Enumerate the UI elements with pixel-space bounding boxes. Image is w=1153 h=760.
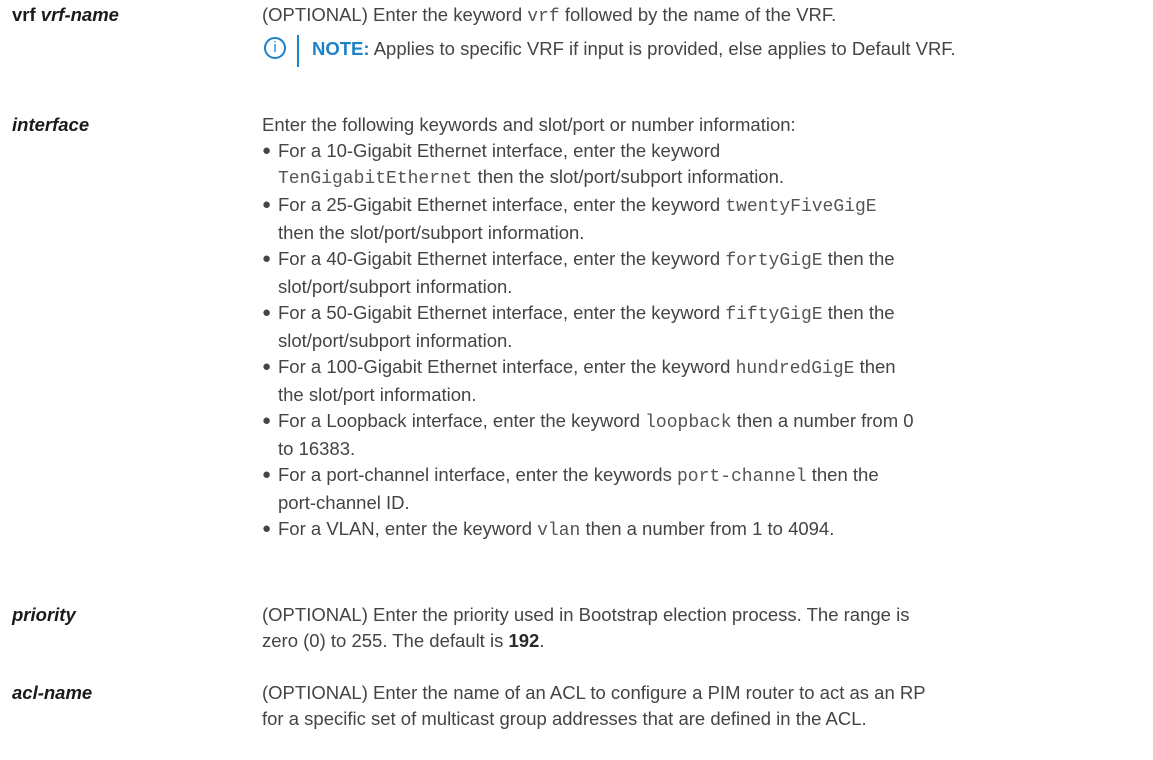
item-text: For a Loopback interface, enter the keyw… [278,410,640,431]
note-label: NOTE: [312,38,370,59]
command-parameters-page: vrf vrf-name (OPTIONAL) Enter the keywor… [0,0,1153,760]
list-item: ● For a 50-Gigabit Ethernet interface, en… [262,300,1147,354]
desc-text: zero (0) to 255. The default is [262,630,504,651]
item-text: slot/port/subport information. [278,276,513,297]
bullet-icon: ● [262,142,272,159]
info-icon: i [264,37,286,59]
list-item-line: port-channel ID. [278,490,1147,516]
desc-code: vrf [527,7,560,27]
desc-line: (OPTIONAL) Enter the name of an ACL to c… [262,682,926,703]
item-text: to 16383. [278,438,356,459]
desc-line: zero (0) to 255. The default is 192. [262,628,1147,654]
param-desc-vrf: (OPTIONAL) Enter the keyword vrf followe… [262,2,1147,67]
note-text: Applies to specific VRF if input is prov… [373,38,956,59]
term-variable: vrf-name [40,4,119,25]
list-item-line: to 16383. [278,436,1147,462]
item-text: the slot/port information. [278,384,477,405]
desc-line: for a specific set of multicast group ad… [262,708,867,729]
list-item-line: For a VLAN, enter the keyword vlan then … [278,516,1147,544]
term-variable: acl-name [12,682,93,703]
param-term-priority: priority [12,602,262,628]
keyword-code: loopback [645,413,732,433]
list-item-line: slot/port/subport information. [278,328,1147,354]
param-term-acl-name: acl-name [12,680,262,706]
list-item-line: For a 50-Gigabit Ethernet interface, ent… [278,300,1147,328]
list-item-line: then the slot/port/subport information. [278,220,1147,246]
list-item: ● For a 40-Gigabit Ethernet interface, en… [262,246,1147,300]
list-item-line: the slot/port information. [278,382,1147,408]
item-text: then the [827,302,895,323]
item-text: For a 25-Gigabit Ethernet interface, ent… [278,194,721,215]
item-text: then a number from 0 [736,410,914,431]
item-text: then a number from 1 to 4094. [585,518,835,539]
desc-line: (OPTIONAL) Enter the keyword vrf followe… [262,2,1147,30]
param-term-interface: interface [12,112,262,138]
keyword-code: hundredGigE [735,359,855,379]
list-item: ● For a 100-Gigabit Ethernet interface, e… [262,354,1147,408]
item-text: For a 50-Gigabit Ethernet interface, ent… [278,302,721,323]
list-item-line: For a 40-Gigabit Ethernet interface, ent… [278,246,1147,274]
item-text: then the [827,248,895,269]
item-text: port-channel ID. [278,492,410,513]
item-text: then the [811,464,879,485]
bullet-icon: ● [262,412,272,429]
item-text: For a 10-Gigabit Ethernet interface, ent… [278,140,721,161]
desc-text: (OPTIONAL) Enter the keyword [262,4,523,25]
term-variable: priority [12,604,76,625]
list-item: ● For a 10-Gigabit Ethernet interface, en… [262,138,1147,192]
param-term-vrf: vrf vrf-name [12,2,262,28]
list-item-line: slot/port/subport information. [278,274,1147,300]
term-variable: interface [12,114,90,135]
bullet-icon: ● [262,358,272,375]
list-item-line: For a Loopback interface, enter the keyw… [278,408,1147,436]
keyword-code: TenGigabitEthernet [278,169,473,189]
list-item-line: For a port-channel interface, enter the … [278,462,1147,490]
param-desc-priority: (OPTIONAL) Enter the priority used in Bo… [262,602,1147,654]
list-item: ● For a 25-Gigabit Ethernet interface, en… [262,192,1147,246]
list-item: ● For a VLAN, enter the keyword vlan then… [262,516,1147,544]
desc-intro: Enter the following keywords and slot/po… [262,114,796,135]
desc-line: (OPTIONAL) Enter the priority used in Bo… [262,604,910,625]
keyword-code: twentyFiveGigE [725,197,877,217]
bullet-icon: ● [262,304,272,321]
keyword-code: fiftyGigE [725,305,823,325]
bullet-icon: ● [262,520,272,537]
list-item-line: For a 100-Gigabit Ethernet interface, en… [278,354,1147,382]
item-text: For a 40-Gigabit Ethernet interface, ent… [278,248,721,269]
list-item-line: For a 10-Gigabit Ethernet interface, ent… [278,138,1147,164]
desc-text: . [539,630,545,651]
desc-text: followed by the name of the VRF. [564,4,837,25]
default-value: 192 [508,630,540,651]
interface-bullet-list: ● For a 10-Gigabit Ethernet interface, en… [262,138,1147,544]
bullet-icon: ● [262,196,272,213]
bullet-icon: ● [262,250,272,267]
list-item: ● For a Loopback interface, enter the key… [262,408,1147,462]
item-text: then the slot/port/subport information. [278,222,585,243]
term-keyword: vrf [12,4,36,25]
bullet-icon: ● [262,466,272,483]
list-item-line: For a 25-Gigabit Ethernet interface, ent… [278,192,1147,220]
item-text: For a port-channel interface, enter the … [278,464,672,485]
note-callout: i NOTE: Applies to specific VRF if input… [262,35,1147,67]
list-item: ● For a port-channel interface, enter the… [262,462,1147,516]
param-desc-acl-name: (OPTIONAL) Enter the name of an ACL to c… [262,680,1147,732]
keyword-code: fortyGigE [725,251,823,271]
item-text: slot/port/subport information. [278,330,513,351]
item-text: then the slot/port/subport information. [477,166,785,187]
note-divider [297,35,299,67]
item-text: For a VLAN, enter the keyword [278,518,532,539]
keyword-code: vlan [537,521,581,541]
list-item-line: TenGigabitEthernet then the slot/port/su… [278,164,1147,192]
item-text: then [859,356,896,377]
param-desc-interface: Enter the following keywords and slot/po… [262,112,1147,544]
keyword-code: port-channel [676,467,807,487]
item-text: For a 100-Gigabit Ethernet interface, en… [278,356,731,377]
